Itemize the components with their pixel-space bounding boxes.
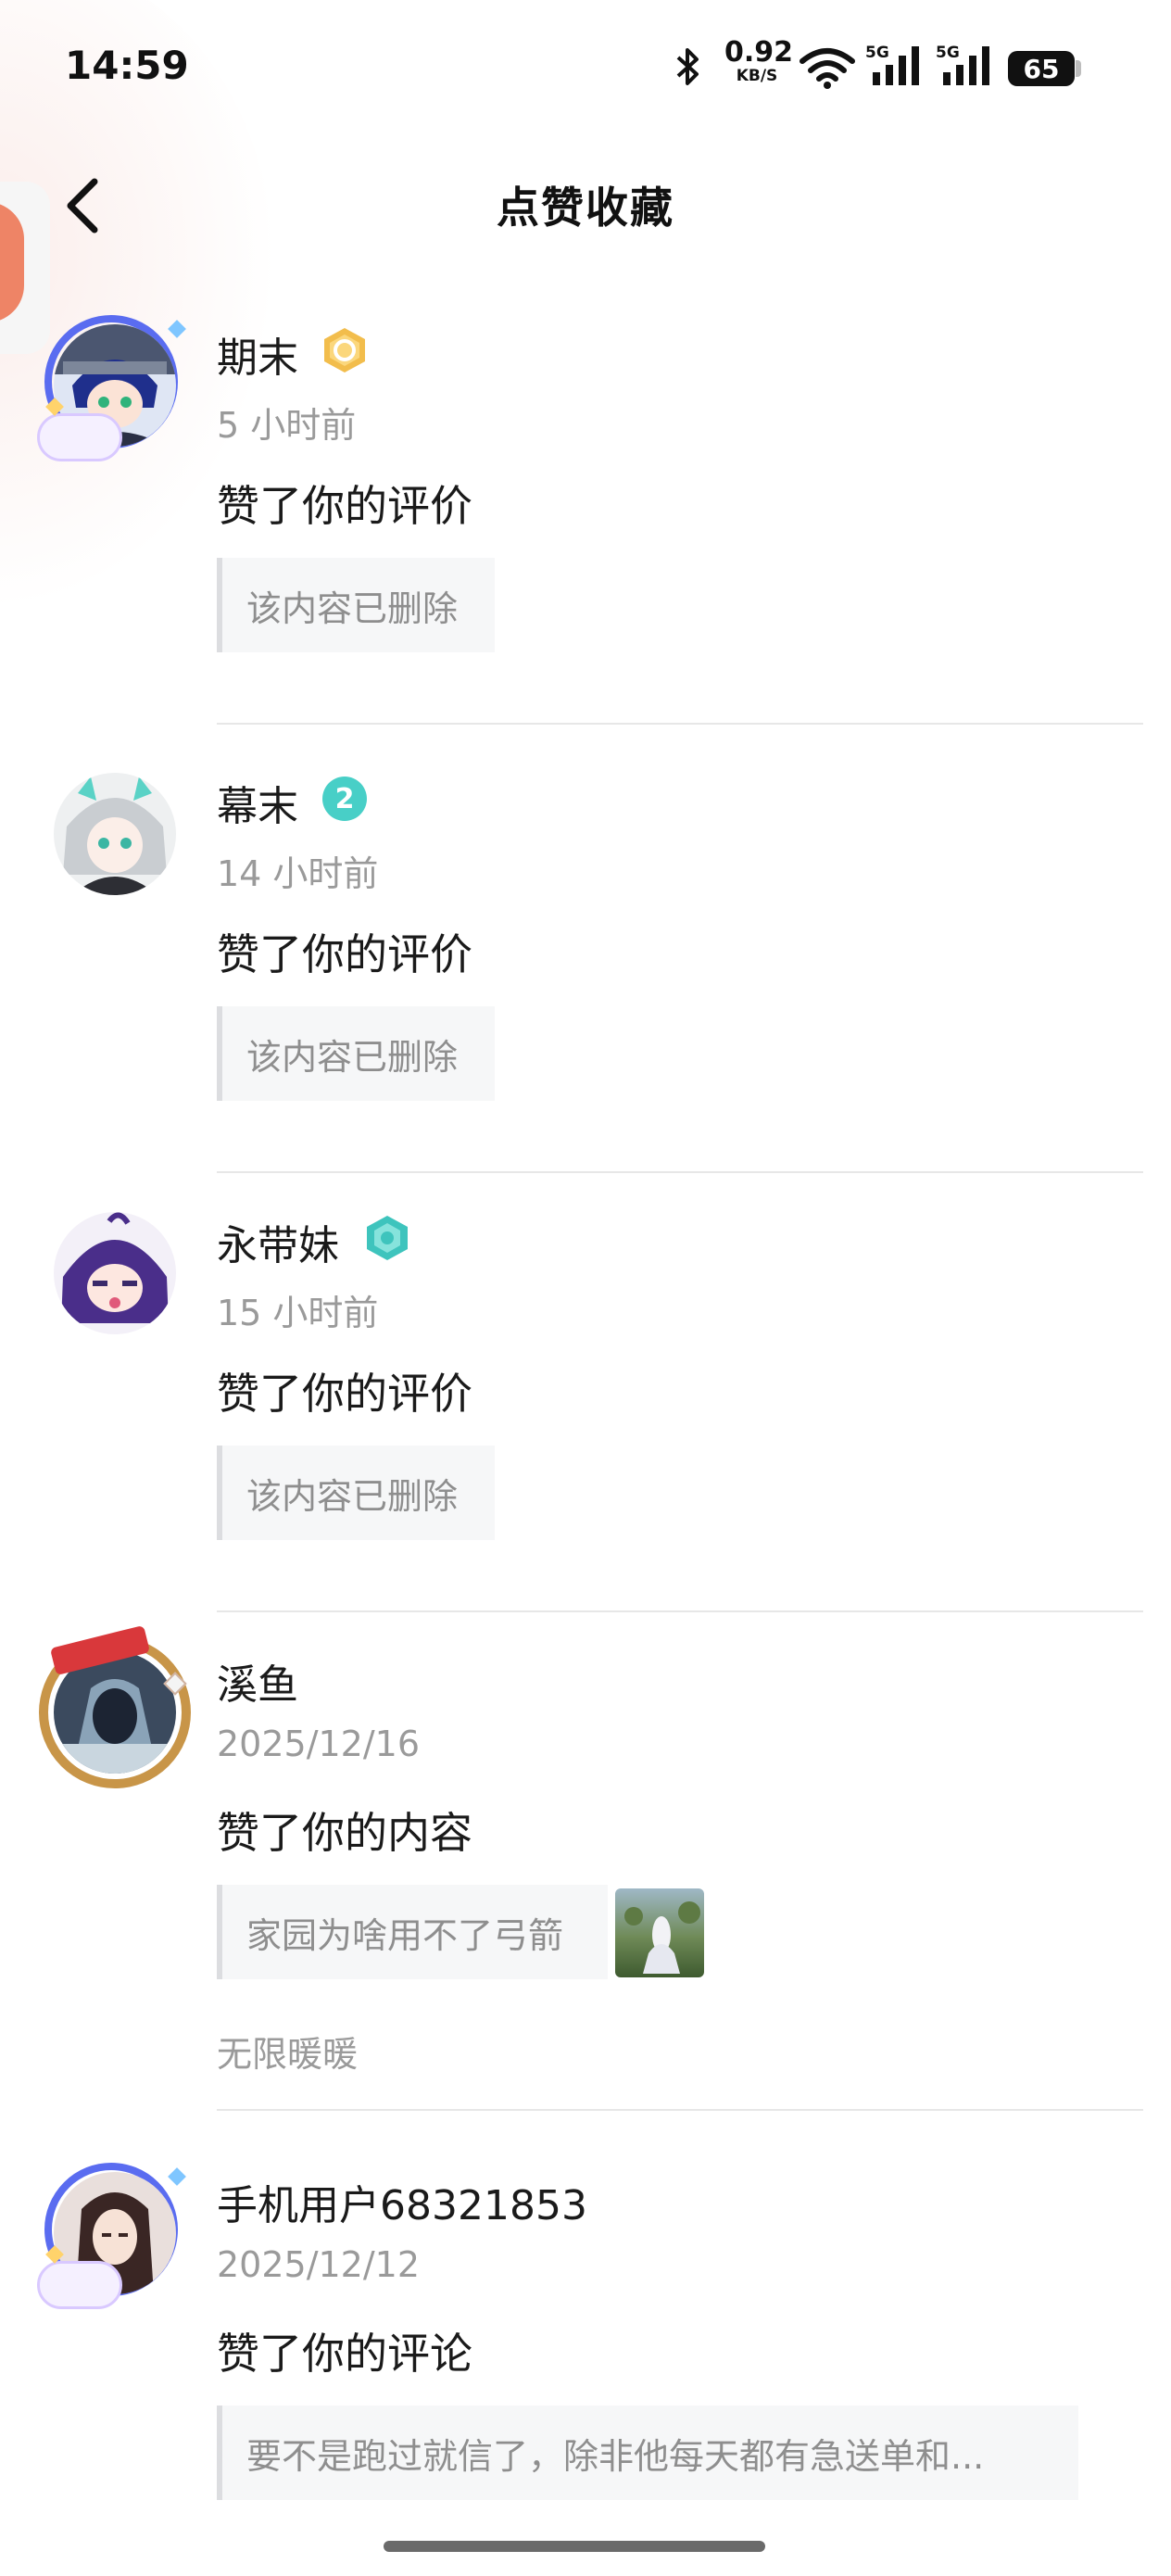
- action-text: 赞了你的内容: [217, 1808, 472, 1858]
- quoted-content[interactable]: 家园为啥用不了弓箭: [217, 1885, 608, 1979]
- time-ago: 14 小时前: [217, 853, 379, 894]
- avatar-image: [54, 773, 176, 895]
- quoted-content[interactable]: 该内容已删除: [217, 1446, 495, 1540]
- wifi-icon: [800, 48, 855, 89]
- signal-2-label: 5G: [936, 44, 960, 62]
- avatar[interactable]: [37, 311, 189, 461]
- action-text: 赞了你的评价: [217, 929, 472, 979]
- sparkle-icon: [168, 2167, 186, 2186]
- signal-1-label: 5G: [865, 44, 889, 62]
- avatar[interactable]: [39, 1624, 191, 1788]
- quoted-content[interactable]: 该内容已删除: [217, 1006, 495, 1101]
- bluetooth-icon: [676, 48, 699, 85]
- gold-level-badge-icon: [324, 328, 365, 373]
- action-text: 赞了你的评论: [217, 2329, 472, 2379]
- username[interactable]: 永带妹: [217, 1212, 339, 1271]
- avatar-frame-decoration: [37, 413, 122, 461]
- username[interactable]: 溪鱼: [217, 1651, 298, 1711]
- page-title: 点赞收藏: [497, 183, 674, 233]
- signal-5g-icon-2: 5G: [936, 44, 989, 85]
- network-speed-unit: KB/S: [736, 67, 778, 85]
- thumbnail-image: [624, 1901, 700, 1974]
- username[interactable]: 幕末: [217, 773, 298, 832]
- quoted-content[interactable]: 该内容已删除: [217, 558, 495, 652]
- signal-5g-icon-1: 5G: [865, 44, 919, 85]
- quoted-text: 该内容已删除: [246, 1036, 459, 1078]
- avatar[interactable]: [41, 760, 189, 908]
- avatar-image: [54, 1212, 176, 1334]
- divider: [217, 723, 1143, 725]
- divider: [217, 1610, 1143, 1612]
- battery-level: 65: [1023, 53, 1060, 84]
- username[interactable]: 手机用户68321853: [217, 2172, 587, 2231]
- quoted-text: 该内容已删除: [246, 1475, 459, 1517]
- quoted-text: 家园为啥用不了弓箭: [246, 1914, 564, 1956]
- likes-favorites-page: 14:59 0.92 KB/S 5G 5G 65 点赞收藏 期末 5 小时前 赞…: [0, 0, 1171, 2576]
- username[interactable]: 期末: [217, 324, 298, 384]
- avatar[interactable]: [41, 1199, 189, 1347]
- divider: [217, 2109, 1143, 2111]
- avatar[interactable]: [37, 2159, 189, 2309]
- action-text: 赞了你的评价: [217, 481, 472, 531]
- quoted-text: 要不是跑过就信了，除非他每天都有急送单和...: [246, 2435, 985, 2477]
- battery-tip: [1076, 60, 1081, 77]
- time-ago: 2025/12/16: [217, 1724, 421, 1764]
- content-thumbnail[interactable]: [615, 1888, 704, 1977]
- quoted-text: 该内容已删除: [246, 587, 459, 629]
- network-speed-value: 0.92: [724, 36, 794, 69]
- action-text: 赞了你的评价: [217, 1369, 472, 1419]
- level-2-badge-icon: 2: [322, 777, 367, 821]
- quoted-content[interactable]: 要不是跑过就信了，除非他每天都有急送单和...: [217, 2406, 1078, 2500]
- sparkle-icon: [168, 320, 186, 338]
- time-ago: 15 小时前: [217, 1293, 379, 1333]
- teal-gem-badge-icon: [367, 1216, 408, 1260]
- level-badge-digit: 2: [335, 783, 355, 815]
- status-bar: 14:59 0.92 KB/S 5G 5G 65: [0, 0, 1171, 139]
- content-source[interactable]: 无限暖暖: [217, 2026, 358, 2077]
- time-ago: 5 小时前: [217, 405, 357, 446]
- battery-indicator: 65: [1008, 51, 1075, 86]
- time-ago: 2025/12/12: [217, 2244, 421, 2285]
- home-indicator[interactable]: [384, 2541, 765, 2552]
- divider: [217, 1171, 1143, 1173]
- status-time: 14:59: [65, 43, 189, 88]
- network-speed: 0.92 KB/S: [724, 36, 794, 85]
- avatar-frame-decoration: [37, 2261, 122, 2309]
